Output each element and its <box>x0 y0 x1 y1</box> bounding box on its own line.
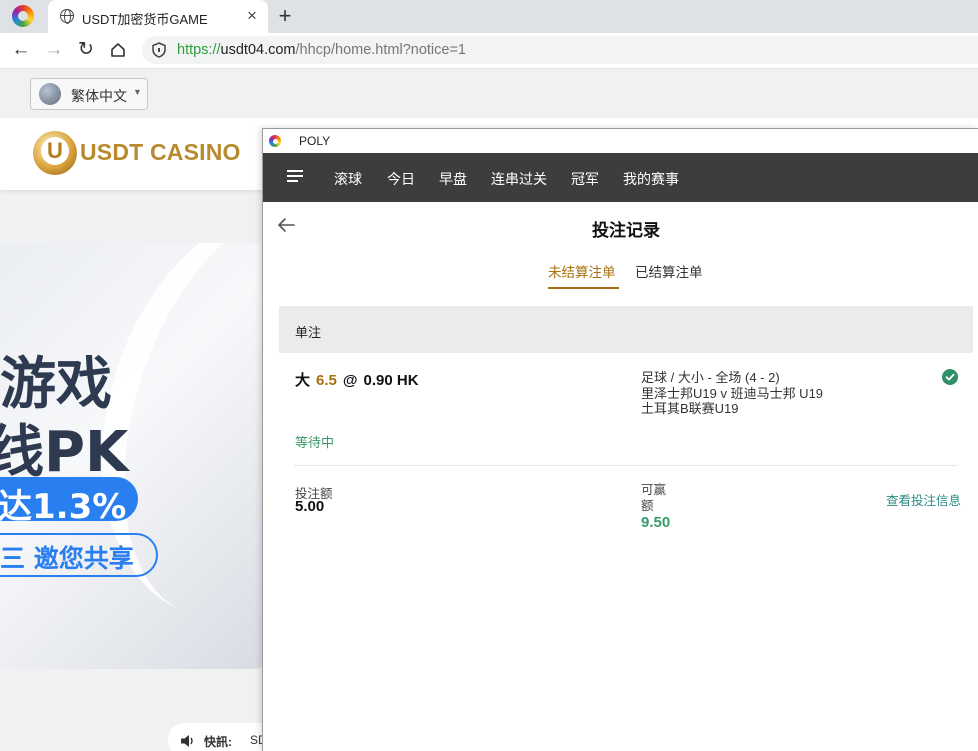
selection-odds: 0.90 HK <box>363 372 419 389</box>
forward-button[interactable]: → <box>41 37 67 63</box>
selection-line: 6.5 <box>316 372 337 389</box>
banner-rate-pill: 达1.3% <box>0 477 138 527</box>
url-path: /hhcp/home.html?notice=1 <box>295 42 466 58</box>
match-info: 足球 / 大小 - 全场 (4 - 2) 里泽士邦U19 v 班迪马士邦 U19… <box>641 370 823 417</box>
address-bar[interactable]: https://usdt04.com/hhcp/home.html?notice… <box>142 36 978 64</box>
bet-league: 土耳其B联赛U19 <box>641 401 739 416</box>
globe-icon <box>60 9 74 24</box>
browser-logo-icon <box>12 5 34 27</box>
close-tab-icon[interactable]: × <box>242 6 262 26</box>
view-bet-info-link[interactable]: 查看投注信息 <box>886 490 961 509</box>
speaker-icon <box>181 735 193 747</box>
bet-status: 等待中 <box>295 435 335 450</box>
banner-rate-text: 达1.3% <box>0 487 127 527</box>
shield-icon[interactable] <box>152 42 166 58</box>
tab-unsettled[interactable]: 未结算注单 <box>548 261 616 281</box>
home-icon[interactable] <box>110 42 126 58</box>
bet-teams: 里泽士邦U19 v 班迪马士邦 U19 <box>641 385 824 401</box>
url-text[interactable]: https://usdt04.com/hhcp/home.html?notice… <box>177 42 466 58</box>
browser-tabstrip: USDT加密货币GAME × + <box>0 0 978 33</box>
page-title: 投注记录 <box>592 221 660 240</box>
check-circle-icon <box>942 369 958 385</box>
brand-name[interactable]: USDT CASINO <box>80 139 241 166</box>
new-tab-button[interactable]: + <box>274 4 296 28</box>
win-value: 9.50 <box>641 514 671 531</box>
active-tab-indicator <box>548 287 619 289</box>
stake-value: 5.00 <box>295 498 325 515</box>
bet-record-tabs: 未结算注单 已结算注单 <box>263 252 978 292</box>
divider <box>295 465 957 466</box>
selection-name: 大 <box>295 372 311 389</box>
popup-window-title: POLY <box>299 134 331 148</box>
nav-item-outright[interactable]: 冠军 <box>571 169 599 189</box>
back-button[interactable]: ← <box>8 37 34 63</box>
globe-icon <box>39 83 61 105</box>
ticker-label: 快訊: <box>204 735 232 749</box>
casino-logo-icon <box>33 131 77 175</box>
caret-down-icon: ▼ <box>133 87 142 97</box>
nav-item-parlay[interactable]: 连串过关 <box>491 169 547 189</box>
nav-item-today[interactable]: 今日 <box>387 169 415 189</box>
nav-item-my-events[interactable]: 我的赛事 <box>623 169 679 189</box>
section-label: 单注 <box>295 325 322 340</box>
browser-toolbar: ← → ↻ https://usdt04.com/hhcp/home.html?… <box>0 33 978 69</box>
banner-headline-2: 线PK <box>0 420 129 485</box>
bet-card: 大 6.5 @0.90 HK 足球 / 大小 - 全场 (4 - 2) 里泽士邦U1… <box>279 353 973 553</box>
section-header-single: 单注 <box>279 306 973 353</box>
banner-invite-text: 三 邀您共享 <box>0 544 134 573</box>
banner-invite-pill: 三 邀您共享 <box>0 533 158 577</box>
nav-item-live[interactable]: 滚球 <box>334 169 362 189</box>
url-scheme: https:// <box>177 42 221 58</box>
language-select[interactable]: 繁体中文 ▼ <box>30 78 148 110</box>
url-host: usdt04.com <box>220 42 296 58</box>
bet-market: 足球 / 大小 - 全场 (4 - 2) <box>641 370 780 385</box>
at-symbol: @ <box>342 372 358 389</box>
promo-banner[interactable]: 游戏 线PK 达1.3% 三 邀您共享 <box>0 243 280 669</box>
reload-button[interactable]: ↻ <box>73 37 99 63</box>
browser-logo-icon <box>269 135 281 147</box>
poly-popup-window: POLY 滚球 今日 早盘 连串过关 冠军 我的赛事 投注记录 未结算注单 已结… <box>262 128 978 751</box>
nav-item-early[interactable]: 早盘 <box>439 169 467 189</box>
page-header: 投注记录 <box>263 202 978 252</box>
tab-title: USDT加密货币GAME <box>82 12 208 27</box>
bet-selection: 大 6.5 @0.90 HK <box>295 369 419 390</box>
popup-titlebar: POLY <box>263 129 978 153</box>
language-label: 繁体中文 <box>71 88 127 104</box>
win-label: 可赢额 <box>641 483 667 513</box>
hamburger-menu-icon[interactable] <box>287 170 303 184</box>
sports-nav-bar: 滚球 今日 早盘 连串过关 冠军 我的赛事 <box>263 153 978 202</box>
browser-tab-active[interactable]: USDT加密货币GAME × <box>48 0 268 33</box>
tab-settled[interactable]: 已结算注单 <box>635 261 703 281</box>
